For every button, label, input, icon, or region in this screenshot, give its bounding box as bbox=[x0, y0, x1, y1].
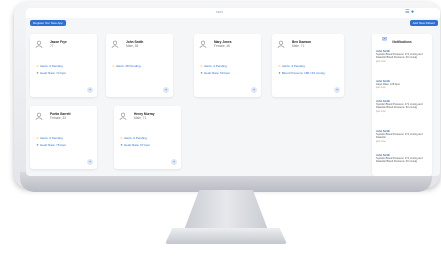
vitals-row: ♥ Heart Rate: 75 bpm bbox=[36, 143, 67, 147]
patient-card[interactable]: John Smith Male, 38 ⚠Alerts: 28 Pending + bbox=[106, 34, 173, 97]
notifications-title: Notifications bbox=[392, 40, 412, 44]
patient-name: Jason Frye 77 bbox=[50, 40, 67, 48]
alerts-row: ⚠Alerts: 0 Pending bbox=[36, 64, 63, 68]
user-icon bbox=[111, 40, 119, 48]
patient-name: Mary Jones Female, 46 bbox=[214, 40, 232, 48]
notification-item[interactable]: John Smith Systolic Blood Pressure: 171 … bbox=[376, 100, 430, 113]
alerts-row: ⚠Alerts: 0 Pending bbox=[120, 136, 147, 140]
card-action-button[interactable]: + bbox=[163, 87, 169, 93]
patient-card[interactable]: Henry Murray Male, 71 ⚠Alerts: 0 Pending … bbox=[114, 106, 181, 169]
user-icon bbox=[35, 112, 43, 120]
patient-card[interactable]: Jason Frye 77 ⚠Alerts: 0 Pending ♥ Heart R… bbox=[30, 34, 97, 97]
notifications-panel: ✉ Notifications John Smith Systolic Bloo… bbox=[372, 34, 432, 176]
patient-name: Ben Dawson Male, 71 bbox=[292, 40, 312, 48]
alerts-row: ⚠Alerts: 28 Pending bbox=[112, 64, 141, 68]
card-action-button[interactable]: + bbox=[87, 159, 93, 165]
vitals-row: ♥ Heart Rate: 67 bpm bbox=[120, 143, 151, 147]
vitals-row: ♥ Blood Pressure: 186 / 63 mmHg bbox=[278, 71, 325, 75]
monitor-stand-neck bbox=[184, 190, 268, 230]
patient-card[interactable]: Ben Dawson Male, 71 ⚠Alerts: 3 Pending ♥ B… bbox=[272, 34, 344, 97]
app-header: MMS ☰ ● bbox=[26, 8, 440, 18]
user-icon bbox=[199, 40, 207, 48]
notification-time: just now bbox=[376, 86, 386, 90]
patient-name: John Smith Male, 38 bbox=[126, 40, 144, 48]
app-title: MMS bbox=[216, 10, 223, 14]
notification-item[interactable]: John Smith Heart Rate: 128 bpm just now bbox=[376, 80, 430, 90]
card-action-button[interactable]: + bbox=[87, 87, 93, 93]
notification-item[interactable]: John Smith Systolic Blood Pressure: 171 … bbox=[376, 130, 430, 143]
avatar-icon[interactable]: ● bbox=[411, 9, 414, 15]
notification-item[interactable]: John Smith Systolic Blood Pressure: 171 … bbox=[376, 50, 430, 63]
patient-card[interactable]: Mary Jones Female, 46 ⚠Alerts: 2 Pending … bbox=[194, 34, 261, 97]
alerts-row: ⚠Alerts: 0 Pending bbox=[36, 136, 63, 140]
add-patient-button[interactable]: Add New Patient bbox=[409, 20, 438, 26]
alerts-row: ⚠Alerts: 3 Pending bbox=[278, 64, 305, 68]
card-action-button[interactable]: + bbox=[334, 87, 340, 93]
register-app-button[interactable]: Register Our New App bbox=[30, 20, 66, 26]
header-icons: ☰ ● bbox=[405, 9, 414, 15]
user-icon bbox=[119, 112, 127, 120]
menu-icon[interactable]: ☰ bbox=[405, 9, 409, 15]
monitor-stand-base bbox=[165, 228, 287, 244]
user-icon bbox=[277, 40, 285, 48]
patient-name: Henry Murray Male, 71 bbox=[134, 112, 155, 120]
notification-text: Systolic Blood Pressure: 171 mmHg and Di… bbox=[376, 157, 423, 164]
patient-card[interactable]: Portia Garrett Female, 33 ⚠Alerts: 0 Pend… bbox=[30, 106, 97, 169]
notification-item[interactable]: John Smith Systolic Blood Pressure: 171 … bbox=[376, 154, 430, 164]
card-action-button[interactable]: + bbox=[171, 159, 177, 165]
alerts-row: ⚠Alerts: 2 Pending bbox=[200, 64, 227, 68]
notification-time: just now bbox=[376, 109, 386, 113]
app-screen: MMS ☰ ● Register Our New App Add New Pat… bbox=[26, 8, 440, 176]
patient-name: Portia Garrett Female, 33 bbox=[50, 112, 71, 120]
user-icon bbox=[35, 40, 43, 48]
monitor-illustration: MMS ☰ ● Register Our New App Add New Pat… bbox=[0, 0, 441, 260]
vitals-row: ♥ Heart Rate: 60 bpm bbox=[200, 71, 231, 75]
notification-time: just now bbox=[376, 59, 386, 63]
card-action-button[interactable]: + bbox=[251, 87, 257, 93]
notification-time: just now bbox=[376, 139, 386, 143]
vitals-row: ♥ Heart Rate: 74 bpm bbox=[36, 71, 67, 75]
